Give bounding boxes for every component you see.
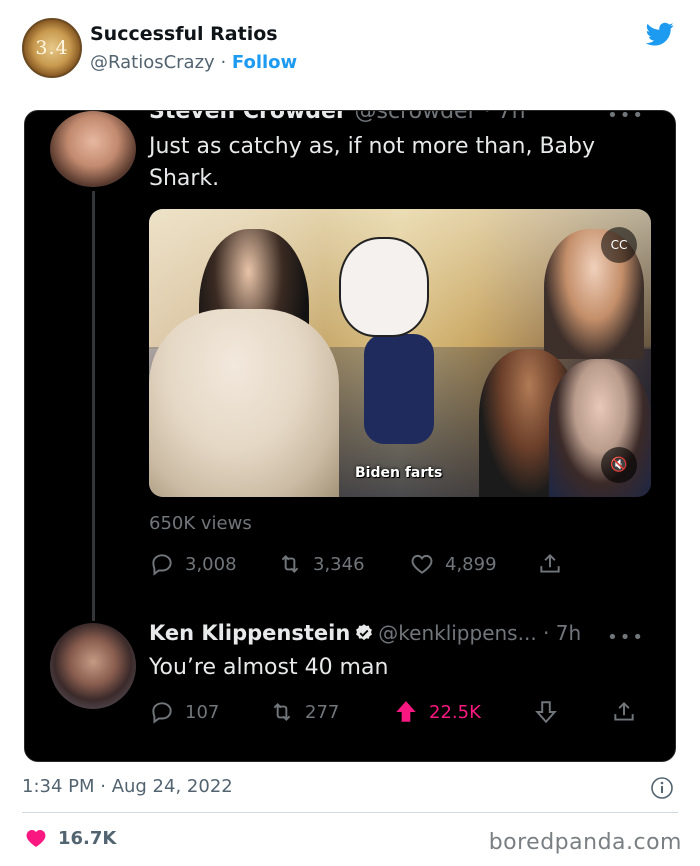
tweet1-header: Steven Crowder @scrowder · 7h	[149, 110, 526, 124]
tweet1-text: Just as catchy as, if not more than, Bab…	[149, 134, 596, 191]
tweet-screenshot: Steven Crowder @scrowder · 7h ••• Just a…	[24, 110, 676, 762]
captions-icon: CC	[601, 227, 637, 263]
heart-icon	[26, 830, 46, 847]
media-figure	[149, 309, 339, 497]
media-cartoon-body	[364, 334, 434, 444]
upvote-arrow-icon	[396, 701, 416, 722]
like-action: 4,899	[409, 551, 497, 577]
reply-count: 107	[185, 701, 220, 723]
avatar[interactable]: 3.4	[22, 18, 82, 78]
reply-icon	[152, 702, 172, 724]
downvote-arrow-icon	[535, 701, 557, 724]
reply-action: 3,008	[149, 551, 237, 577]
tweet1-author: Steven Crowder	[149, 110, 347, 124]
retweet-icon	[273, 703, 291, 721]
like-count: 16.7K	[58, 827, 117, 849]
account-handle[interactable]: @RatiosCrazy	[90, 52, 215, 73]
reply-icon	[152, 554, 172, 576]
embed-header: 3.4 Successful Ratios @RatiosCrazy · Fol…	[22, 18, 682, 82]
media-figure	[549, 359, 651, 497]
share-action	[537, 551, 563, 577]
tweet1-handle: @scrowder · 7h	[354, 110, 526, 124]
verified-icon	[356, 624, 373, 641]
avatar	[50, 623, 136, 709]
share-icon	[614, 701, 634, 721]
retweet-action: 277	[269, 699, 339, 725]
tweet2-handle-time: @kenklippens... · 7h	[378, 621, 582, 645]
follow-button[interactable]: Follow	[232, 52, 297, 73]
tweet-timestamp[interactable]: 1:34 PM · Aug 24, 2022	[22, 776, 233, 797]
tweet1-media: Biden farts CC 🔇	[149, 209, 651, 497]
mute-icon: 🔇	[601, 447, 637, 483]
avatar	[50, 111, 136, 187]
separator: ·	[220, 52, 227, 73]
media-cartoon-head	[339, 237, 429, 337]
tweet2-header: Ken Klippenstein @kenklippens... · 7h	[149, 621, 581, 645]
share-action	[611, 699, 637, 725]
thread-line	[92, 191, 95, 621]
retweet-count: 277	[305, 701, 340, 723]
more-options-icon: •••	[607, 627, 645, 648]
retweet-icon	[281, 555, 299, 573]
downvote-action	[533, 699, 559, 725]
more-options-icon: •••	[607, 110, 645, 126]
watermark: boredpanda.com	[488, 830, 682, 855]
twitter-bird-icon[interactable]	[644, 20, 676, 48]
share-icon	[540, 553, 560, 573]
retweet-count: 3,346	[313, 553, 365, 575]
retweet-action: 3,346	[277, 551, 365, 577]
tweet2-actions: 107 277 22.5K	[149, 699, 649, 731]
like-button[interactable]: 16.7K	[24, 826, 116, 850]
account-handle-line: @RatiosCrazy · Follow	[90, 52, 297, 73]
heart-icon	[411, 554, 433, 574]
upvote-action: 22.5K	[393, 699, 481, 725]
tweet2-author: Ken Klippenstein	[149, 621, 351, 645]
media-caption: Biden farts	[355, 465, 443, 481]
info-icon[interactable]	[650, 776, 674, 800]
upvote-count: 22.5K	[429, 701, 481, 723]
account-name[interactable]: Successful Ratios	[90, 23, 278, 45]
tweet1-actions: 3,008 3,346 4,899	[149, 551, 649, 583]
avatar-text: 3.4	[35, 37, 69, 59]
like-count: 4,899	[445, 553, 497, 575]
tweet2-text: You’re almost 40 man	[149, 655, 389, 680]
divider	[22, 812, 678, 813]
reply-action: 107	[149, 699, 219, 725]
reply-count: 3,008	[185, 553, 237, 575]
tweet1-views: 650K views	[149, 513, 252, 534]
